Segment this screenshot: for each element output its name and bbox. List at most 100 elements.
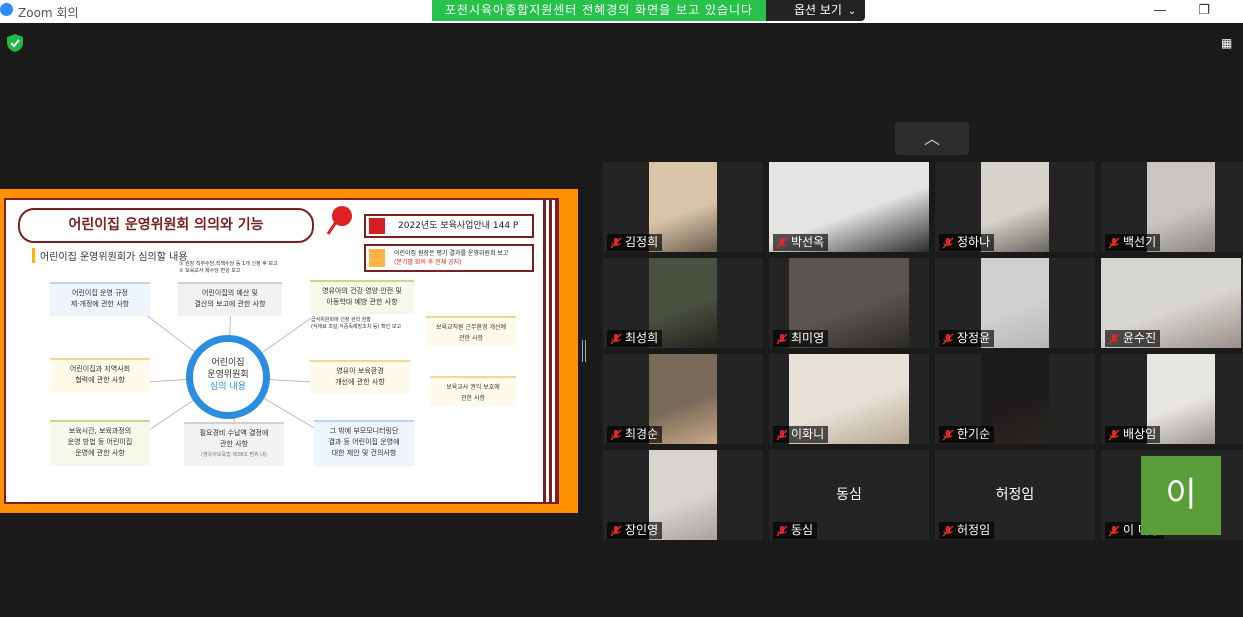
budget-note-1: ① 원장 직무수당,직책수당 등 1개 신청 후 보고 — [179, 261, 278, 267]
box-rules-line2: 제·개정에 관한 사항 — [70, 300, 130, 308]
health-note: 급식위원회에 선정 관리 현황 (식재료 조달,식중독예방조치 등) 확인 보고 — [311, 317, 401, 331]
participant-name: 배상임 — [1123, 427, 1157, 441]
participant-tile[interactable]: 동심 동심 — [769, 450, 929, 540]
collapse-gallery-button[interactable]: ︿ — [895, 122, 969, 155]
muted-mic-icon — [776, 333, 788, 345]
participant-name: 최성희 — [625, 331, 659, 345]
box-community-line2: 협력에 관한 사항 — [75, 376, 125, 384]
participant-tile[interactable]: 이화니 — [769, 354, 929, 444]
participant-tile[interactable]: 윤수진 — [1101, 258, 1243, 348]
muted-mic-icon — [1108, 237, 1120, 249]
participant-tile[interactable]: 백선기 — [1101, 162, 1243, 252]
muted-mic-icon — [942, 429, 954, 441]
box-health-line1: 영유아의 건강·영양·안전 및 — [322, 287, 402, 295]
participant-tile[interactable]: 허정임 허정임 — [935, 450, 1095, 540]
box-teacher-env-line2: 관한 사항 — [459, 335, 483, 342]
participant-tile[interactable]: 한기순 — [935, 354, 1095, 444]
box-health-line2: 아동학대 예방 관한 사항 — [326, 298, 398, 306]
box-monitor-line3: 대한 제안 및 건의사항 — [331, 449, 397, 457]
zoom-app-icon — [0, 3, 13, 16]
box-fees-note: (영유아보육법 제38조 범위 내) — [201, 452, 267, 458]
box-budget-line1: 어린이집의 예산 및 — [202, 289, 258, 297]
participant-center-name: 허정임 — [995, 487, 1035, 503]
box-teacher-rights-line1: 보육교사 권익 보호에 — [446, 384, 500, 391]
muted-mic-icon — [776, 237, 788, 249]
restore-button[interactable]: ❐ — [1192, 2, 1216, 20]
box-hours-line1: 보육시간, 보육과정의 — [68, 427, 132, 435]
muted-mic-icon — [610, 333, 622, 345]
participant-name: 한기순 — [957, 427, 991, 441]
participant-tile[interactable]: 장정윤 — [935, 258, 1095, 348]
participant-tile[interactable]: 장인영 — [603, 450, 763, 540]
box-infant-env-line1: 영유아 보육환경 — [336, 367, 384, 375]
participant-tile[interactable]: 최미영 — [769, 258, 929, 348]
box-health: 영유아의 건강·영양·안전 및 아동학대 예방 관한 사항 — [310, 280, 414, 314]
participant-name-tag: 최미영 — [773, 330, 829, 347]
participant-name-tag: 장정윤 — [939, 330, 995, 347]
box-teacher-rights-line2: 관한 사항 — [461, 395, 485, 402]
shared-screen: 어린이집 운영위원회 의의와 기능 2022년도 보육사업안내 144 P 어린… — [0, 189, 578, 513]
box-rules: 어린이집 운영 규정 제·개정에 관한 사항 — [50, 282, 150, 316]
chevron-up-icon: ︿ — [923, 129, 940, 148]
participant-name-tag: 동심 — [773, 522, 818, 539]
muted-mic-icon — [1108, 333, 1120, 345]
gallery-view-button[interactable]: ▦ — [1221, 36, 1243, 52]
muted-mic-icon — [1108, 525, 1120, 537]
participant-name: 이화니 — [791, 427, 825, 441]
view-options-button[interactable]: 옵션 보기 ⌄ — [766, 0, 865, 21]
grid-icon: ▦ — [1221, 36, 1233, 50]
participant-tile[interactable]: 최성희 — [603, 258, 763, 348]
health-note-2: (식재료 조달,식중독예방조치 등) 확인 보고 — [311, 324, 402, 330]
box-budget-line2: 결산의 보고에 관한 사항 — [194, 300, 266, 308]
participant-name: 최미영 — [791, 331, 825, 345]
box-monitor: 그 밖에 부모모니터링단 결과 등 어린이집 운영에 대한 제안 및 건의사항 — [314, 420, 414, 466]
view-options-label: 옵션 보기 — [794, 3, 842, 17]
participant-name: 최경순 — [625, 427, 659, 441]
budget-note: ① 원장 직무수당,직책수당 등 1개 신청 후 보고 ② 보육교사 제수당 편… — [179, 261, 278, 275]
center-circle: 어린이집 운영위원회 심의 내용 — [186, 335, 270, 419]
minimize-button[interactable]: — — [1148, 2, 1172, 20]
participant-name: 장인영 — [625, 523, 659, 537]
participant-name: 동심 — [791, 523, 814, 537]
participant-name-tag: 허정임 — [939, 522, 995, 539]
box-community-line1: 어린이집과 지역사회 — [69, 365, 131, 373]
box-infant-env-line2: 개선에 관한 사항 — [335, 378, 385, 386]
participant-name-tag: 장인영 — [607, 522, 663, 539]
participant-tile[interactable]: 최경순 — [603, 354, 763, 444]
box-rules-line1: 어린이집 운영 규정 — [72, 289, 128, 297]
participant-name-tag: 백선기 — [1105, 234, 1161, 251]
box-monitor-line1: 그 밖에 부모모니터링단 — [329, 427, 399, 435]
chevron-down-icon: ⌄ — [847, 6, 857, 17]
box-fees-line2: 관한 사항 — [220, 440, 248, 448]
panel-splitter-handle[interactable] — [582, 340, 586, 362]
participant-tile[interactable]: 정하나 — [935, 162, 1095, 252]
circle-line1: 어린이집 — [211, 358, 245, 368]
shield-icon[interactable] — [5, 33, 25, 53]
muted-mic-icon — [1108, 429, 1120, 441]
participant-name-tag: 최경순 — [607, 426, 663, 443]
participant-name-tag: 김정희 — [607, 234, 663, 251]
muted-mic-icon — [942, 237, 954, 249]
box-teacher-rights: 보육교사 권익 보호에 관한 사항 — [430, 376, 516, 406]
participant-name: 백선기 — [1123, 235, 1157, 249]
box-teacher-env-line1: 보육교직원 근무환경 개선에 — [435, 324, 507, 331]
participant-name-tag: 정하나 — [939, 234, 995, 251]
center-circle-label: 어린이집 운영위원회 심의 내용 — [193, 342, 263, 412]
participant-name-tag: 최성희 — [607, 330, 663, 347]
participant-name-tag: 한기순 — [939, 426, 995, 443]
participant-name: 박선옥 — [791, 235, 825, 249]
participant-name: 장정윤 — [957, 331, 991, 345]
participant-tile[interactable]: 배상임 — [1101, 354, 1243, 444]
health-note-1: 급식위원회에 선정 관리 현황 — [311, 317, 371, 323]
slide-content: 어린이집 운영위원회 의의와 기능 2022년도 보육사업안내 144 P 어린… — [4, 198, 559, 504]
participant-tile[interactable]: 박선옥 — [769, 162, 929, 252]
participant-tile[interactable]: 김정희 — [603, 162, 763, 252]
box-hours-line2: 운영 방법 등 어린이집 — [67, 438, 133, 446]
muted-mic-icon — [610, 237, 622, 249]
window-title: Zoom 회의 — [18, 6, 79, 20]
box-budget: 어린이집의 예산 및 결산의 보고에 관한 사항 — [178, 282, 282, 316]
box-hours-line3: 운영에 관한 사항 — [75, 449, 125, 457]
muted-mic-icon — [942, 333, 954, 345]
circle-line3: 심의 내용 — [210, 382, 246, 392]
participant-avatar: 이 — [1141, 456, 1221, 535]
